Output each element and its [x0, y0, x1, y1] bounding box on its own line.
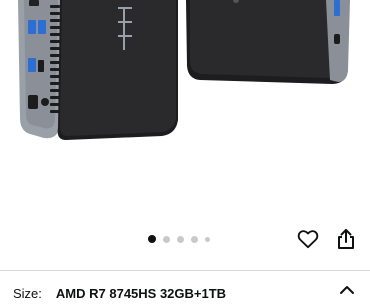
- section-divider: [0, 270, 370, 271]
- heart-outline-icon: [297, 230, 319, 249]
- chevron-up-icon[interactable]: [338, 281, 356, 299]
- carousel-dot-5[interactable]: [205, 236, 210, 242]
- wishlist-button[interactable]: [295, 226, 321, 252]
- size-label: Size:: [13, 285, 42, 301]
- carousel-dot-4[interactable]: [191, 235, 198, 243]
- carousel-dot-3[interactable]: [177, 235, 184, 243]
- size-value: AMD R7 8745HS 32GB+1TB: [55, 285, 227, 301]
- size-selector[interactable]: Size: AMD R7 8745HS 32GB+1TB: [13, 283, 358, 303]
- carousel-dot-2[interactable]: [163, 235, 170, 243]
- carousel-dot-1[interactable]: [148, 235, 156, 243]
- mini-pc-illustration: [18, 0, 350, 140]
- share-icon: [338, 229, 354, 249]
- image-carousel-indicator[interactable]: [148, 234, 210, 244]
- product-image[interactable]: [0, 0, 370, 225]
- share-button[interactable]: [333, 226, 359, 252]
